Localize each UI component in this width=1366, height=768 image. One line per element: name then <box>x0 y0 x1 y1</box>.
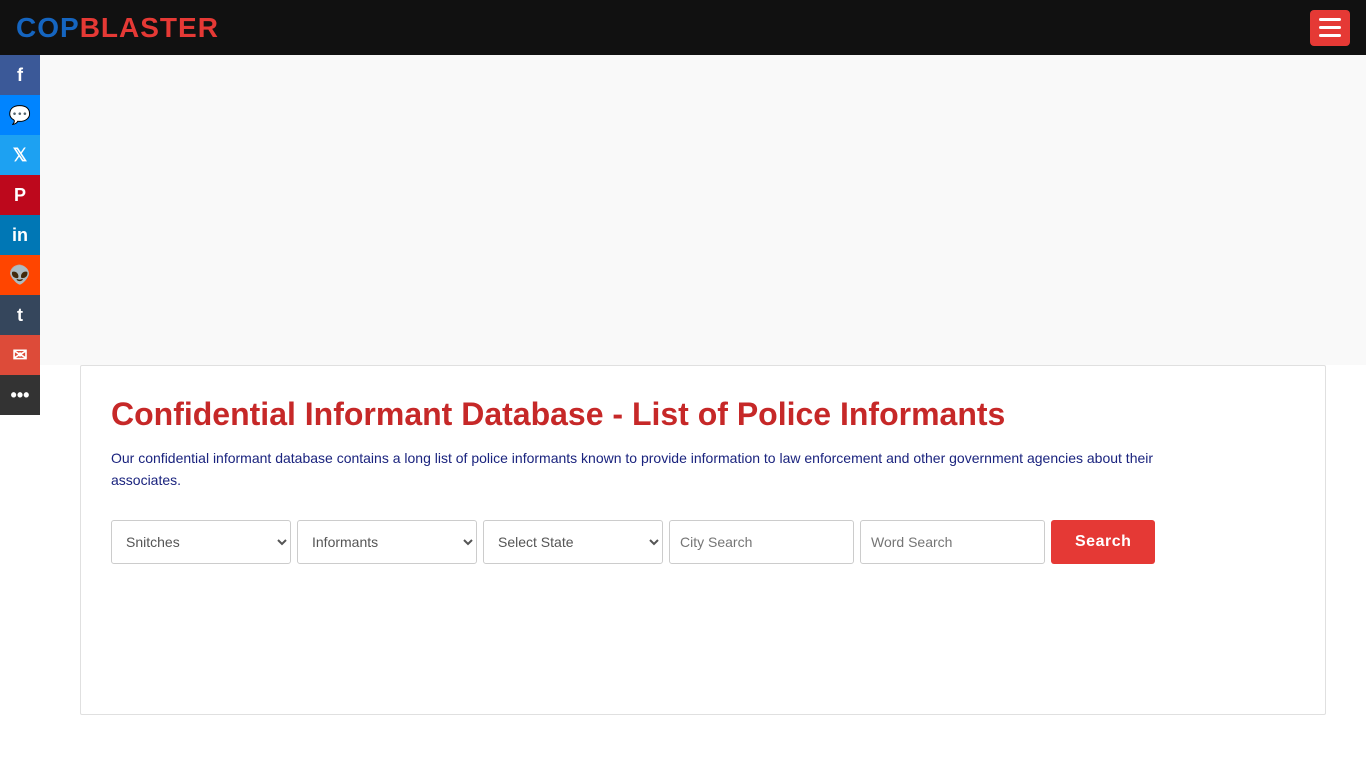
social-linkedin-button[interactable]: in <box>0 215 40 255</box>
search-button[interactable]: Search <box>1051 520 1155 564</box>
search-form: Snitches CIs Informants Informants Snitc… <box>111 520 1295 564</box>
hamburger-line-2 <box>1319 26 1341 29</box>
social-pinterest-button[interactable]: P <box>0 175 40 215</box>
hamburger-line-1 <box>1319 18 1341 21</box>
hamburger-line-3 <box>1319 34 1341 37</box>
social-tumblr-button[interactable]: t <box>0 295 40 335</box>
hamburger-menu-button[interactable] <box>1310 10 1350 46</box>
main-content: Confidential Informant Database - List o… <box>40 55 1366 715</box>
banner-area <box>40 55 1366 365</box>
logo-blaster-text: BLASTER <box>80 12 219 44</box>
social-sidebar: f 💬 𝕏 P in 👽 t ✉ ••• <box>0 55 40 415</box>
page-title: Confidential Informant Database - List o… <box>111 396 1295 433</box>
logo-cop-text: COP <box>16 12 80 44</box>
social-more-button[interactable]: ••• <box>0 375 40 415</box>
logo[interactable]: COP BLASTER <box>16 12 219 44</box>
social-reddit-button[interactable]: 👽 <box>0 255 40 295</box>
social-facebook-button[interactable]: f <box>0 55 40 95</box>
word-search-input[interactable] <box>860 520 1045 564</box>
type-select[interactable]: Snitches CIs Informants <box>111 520 291 564</box>
state-select[interactable]: Select State Alabama Alaska Arizona Arka… <box>483 520 663 564</box>
navbar: COP BLASTER <box>0 0 1366 55</box>
social-email-button[interactable]: ✉ <box>0 335 40 375</box>
city-search-input[interactable] <box>669 520 854 564</box>
subtype-select[interactable]: Informants Snitches All <box>297 520 477 564</box>
social-messenger-button[interactable]: 💬 <box>0 95 40 135</box>
page-description: Our confidential informant database cont… <box>111 447 1161 492</box>
social-twitter-button[interactable]: 𝕏 <box>0 135 40 175</box>
content-card: Confidential Informant Database - List o… <box>80 365 1326 715</box>
